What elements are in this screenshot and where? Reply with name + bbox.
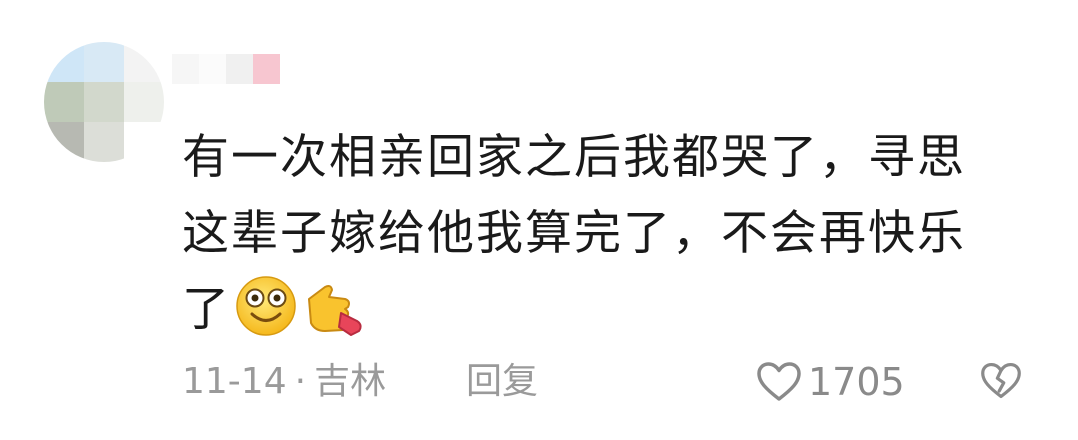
avatar-mosaic-cell — [84, 122, 124, 162]
username-mosaic-cell — [226, 54, 253, 84]
broken-heart-icon — [980, 361, 1022, 401]
reply-button[interactable]: 回复 — [466, 358, 538, 406]
comment-item: 有一次相亲回家之后我都哭了，寻思 这辈子嫁给他我算完了，不会再快乐 了 11-1… — [0, 0, 1078, 440]
avatar-mosaic-cell — [124, 82, 164, 122]
comment-line-last: 了 — [182, 272, 1002, 348]
avatar-mosaic-cell — [44, 122, 84, 162]
avatar-mosaic-cell — [124, 42, 164, 82]
dislike-button[interactable] — [980, 361, 1022, 403]
username-mosaic[interactable] — [172, 54, 280, 84]
username-mosaic-cell — [253, 54, 280, 84]
avatar-mosaic-cell — [44, 82, 84, 122]
avatar-mosaic-cell — [84, 42, 124, 82]
comment-body: 有一次相亲回家之后我都哭了，寻思 这辈子嫁给他我算完了，不会再快乐 了 — [182, 120, 1002, 348]
comment-date: 11-14 — [182, 361, 287, 402]
avatar-mosaic-cell — [84, 82, 124, 122]
avatar-mosaic-cell — [44, 42, 84, 82]
like-count: 1705 — [808, 360, 905, 404]
comment-line: 这辈子嫁给他我算完了，不会再快乐 — [182, 206, 966, 261]
smiling-face-icon — [235, 275, 297, 337]
like-button[interactable]: 1705 — [756, 358, 905, 406]
pointing-hand-icon — [301, 281, 365, 337]
comment-location: 吉林 — [314, 361, 387, 402]
comment-line: 有一次相亲回家之后我都哭了，寻思 — [182, 130, 966, 185]
username-mosaic-cell — [199, 54, 226, 84]
comment-line: 了 — [182, 282, 231, 337]
comment-meta: 11-14 · 吉林 — [182, 358, 386, 406]
heart-icon — [756, 361, 808, 403]
avatar-mosaic-cell — [124, 122, 164, 162]
meta-separator: · — [294, 361, 307, 402]
avatar[interactable] — [44, 42, 164, 162]
username-mosaic-cell — [172, 54, 199, 84]
